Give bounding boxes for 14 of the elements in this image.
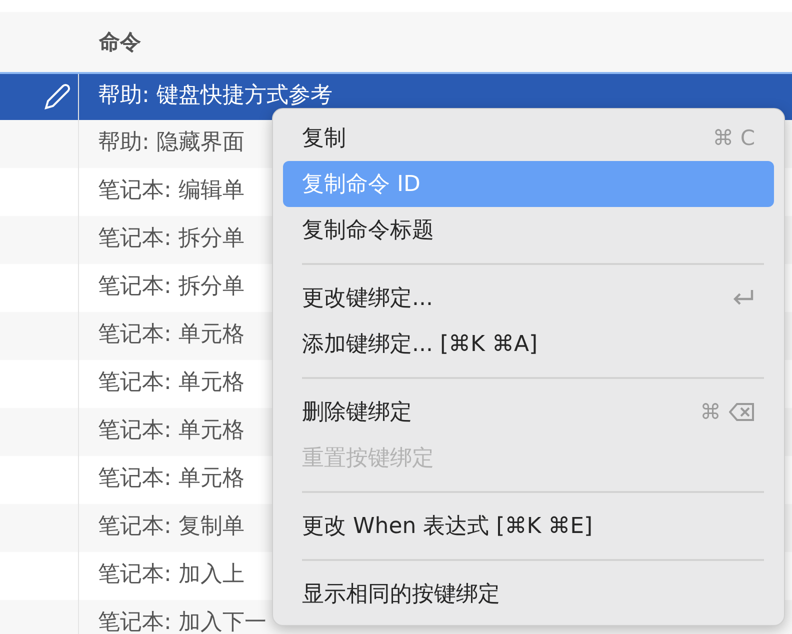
command-cell-text: 笔记本: 单元格 [98,416,244,444]
command-cell-text: 笔记本: 单元格 [98,368,244,396]
command-cell-text: 帮助: 隐藏界面 [98,128,244,156]
command-cell-text: 笔记本: 加入下一 [98,608,266,634]
command-cell-text: 笔记本: 拆分单 [98,272,244,300]
command-cell-text: 帮助: 键盘快捷方式参考 [98,82,332,110]
shortcut-text: ⌘ C [712,126,755,150]
command-cell-text: 笔记本: 加入上 [98,560,244,588]
command-cell-text: 笔记本: 编辑单 [98,176,244,204]
command-cell-text: 笔记本: 复制单 [98,512,244,540]
command-cell-text: 笔记本: 单元格 [98,320,244,348]
command-cell-text: 笔记本: 单元格 [98,464,244,492]
command-cell-text: 笔记本: 拆分单 [98,224,244,252]
shortcut-text: ⌘ [700,400,721,424]
